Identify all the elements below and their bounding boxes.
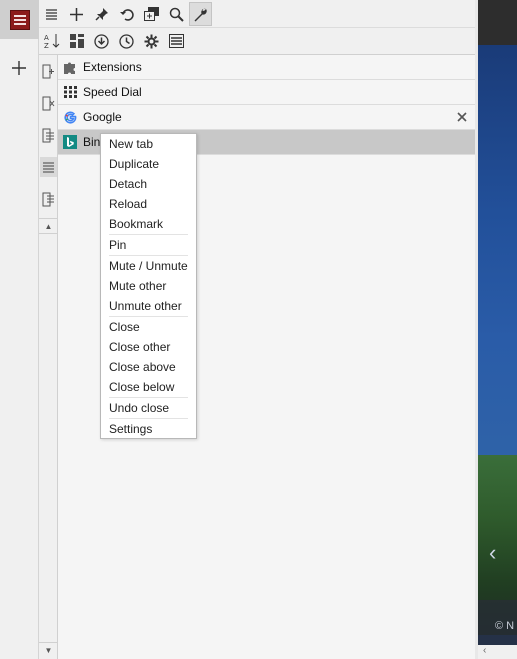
restore-window-icon — [143, 7, 159, 21]
tab-item-google[interactable]: Google — [58, 105, 475, 130]
scroll-up-button[interactable]: ▲ — [39, 218, 58, 234]
menu-separator — [109, 418, 188, 419]
list-icon — [46, 9, 57, 20]
plus-icon — [12, 61, 26, 75]
scroll-left-icon[interactable]: ‹ — [483, 645, 486, 656]
hamburger-menu-icon — [9, 9, 30, 30]
main-menu-button[interactable] — [0, 0, 39, 39]
add-panel-button[interactable] — [8, 57, 30, 79]
sort-button[interactable]: AZ — [40, 29, 63, 53]
menu-item-duplicate[interactable]: Duplicate — [109, 157, 159, 171]
page-header-strip — [478, 0, 517, 45]
triangle-up-icon: ▲ — [44, 221, 53, 231]
menu-item-close-other[interactable]: Close other — [109, 340, 170, 354]
context-menu: New tab Duplicate Detach Reload Bookmark… — [100, 133, 197, 439]
detail-view-button[interactable] — [40, 189, 57, 209]
tab-label: Google — [83, 110, 122, 124]
add-item-icon — [42, 64, 54, 78]
downloads-button[interactable] — [90, 29, 113, 53]
menu-item-close-below[interactable]: Close below — [109, 380, 174, 394]
menu-button[interactable] — [165, 29, 188, 53]
menu-item-pin[interactable]: Pin — [109, 238, 126, 252]
clock-icon — [119, 33, 134, 49]
menu-item-mute-other[interactable]: Mute other — [109, 279, 166, 293]
tab-item-speed-dial[interactable]: Speed Dial — [58, 80, 475, 105]
bing-icon — [63, 135, 77, 149]
tab-label: Speed Dial — [83, 85, 142, 99]
speed-dial-grid-icon — [63, 85, 77, 99]
add-to-panel-button[interactable] — [40, 61, 57, 81]
close-tab-icon[interactable] — [456, 111, 468, 123]
tree-list-icon — [42, 128, 54, 142]
menu-item-settings[interactable]: Settings — [109, 422, 152, 436]
settings-button[interactable] — [140, 29, 163, 53]
detail-list-icon — [42, 192, 54, 206]
google-g-icon — [63, 110, 77, 124]
menu-item-reload[interactable]: Reload — [109, 197, 147, 211]
menu-item-mute-unmute[interactable]: Mute / Unmute — [109, 259, 188, 273]
list-view-button[interactable] — [40, 157, 57, 177]
svg-text:Z: Z — [44, 42, 49, 49]
toolbar-bottom: AZ — [39, 28, 475, 55]
menu-item-unmute-other[interactable]: Unmute other — [109, 299, 182, 313]
list-icon — [43, 162, 54, 173]
tab-item-extensions[interactable]: Extensions — [58, 55, 475, 80]
pin-button[interactable] — [90, 2, 113, 26]
restore-window-button[interactable] — [140, 2, 163, 26]
menu-separator — [109, 255, 188, 256]
list-button[interactable] — [40, 2, 63, 26]
panels-button[interactable] — [65, 29, 88, 53]
menu-item-detach[interactable]: Detach — [109, 177, 147, 191]
copyright-text: © N — [495, 620, 515, 632]
history-button[interactable] — [115, 29, 138, 53]
sort-az-icon: AZ — [44, 34, 59, 49]
outer-sidebar — [0, 0, 39, 659]
toolbar-top — [39, 0, 475, 28]
menu-list-icon — [169, 34, 184, 48]
panel-tool-column: ▲ ▼ — [39, 0, 58, 659]
menu-item-close[interactable]: Close — [109, 320, 140, 334]
menu-item-close-above[interactable]: Close above — [109, 360, 176, 374]
search-button[interactable] — [165, 2, 188, 26]
undo-button[interactable] — [115, 2, 138, 26]
download-icon — [94, 33, 109, 49]
menu-item-undo-close[interactable]: Undo close — [109, 401, 169, 415]
menu-item-new-tab[interactable]: New tab — [109, 137, 153, 151]
tab-label: Extensions — [83, 60, 142, 74]
svg-text:A: A — [44, 34, 49, 42]
menu-separator — [109, 234, 188, 235]
horizontal-scrollbar[interactable]: ‹ — [478, 645, 517, 659]
puzzle-icon — [63, 60, 77, 74]
remove-from-panel-button[interactable] — [40, 93, 57, 113]
triangle-down-icon: ▼ — [44, 646, 53, 655]
new-tab-button[interactable] — [65, 2, 88, 26]
undo-icon — [119, 8, 134, 21]
previous-image-icon[interactable]: ‹ — [489, 540, 496, 566]
background-sea — [478, 45, 517, 465]
pin-icon — [94, 8, 108, 21]
menu-separator — [109, 316, 188, 317]
page-background: ‹ © N ‹ — [475, 0, 517, 659]
wrench-icon — [194, 8, 207, 21]
menu-item-bookmark[interactable]: Bookmark — [109, 217, 163, 231]
tools-button[interactable] — [189, 2, 212, 26]
gear-icon — [144, 34, 159, 48]
remove-item-icon — [42, 96, 55, 110]
scroll-down-button[interactable]: ▼ — [39, 642, 58, 658]
grid-icon — [69, 34, 84, 48]
menu-separator — [109, 397, 188, 398]
search-icon — [169, 7, 184, 22]
plus-icon — [70, 7, 83, 21]
tree-view-button[interactable] — [40, 125, 57, 145]
